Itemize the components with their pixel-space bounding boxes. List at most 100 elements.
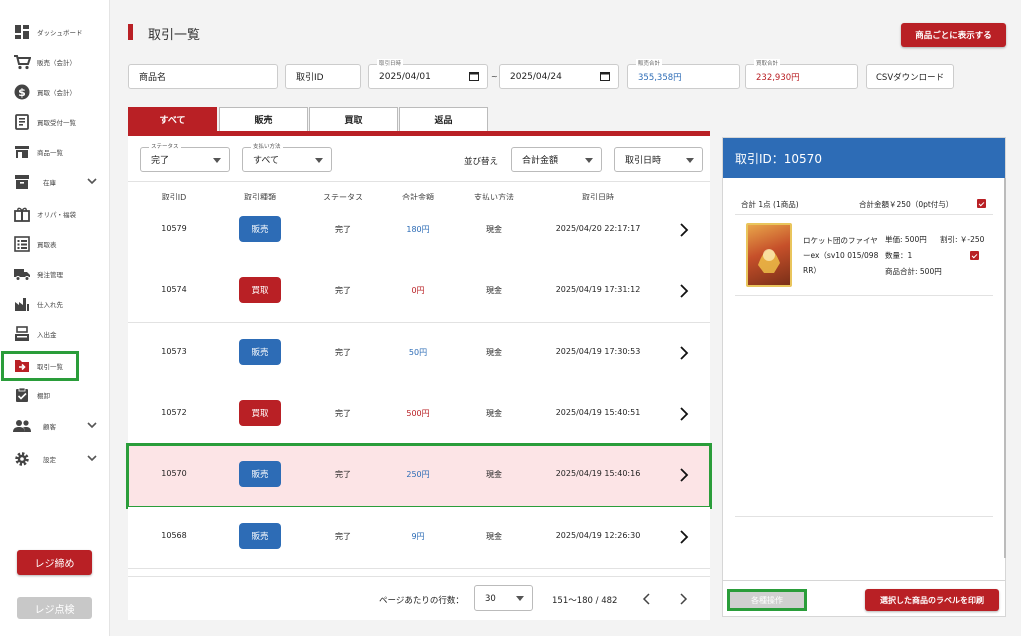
sidebar-item-label: 取引一覧 bbox=[37, 363, 63, 371]
transaction-detail-panel: 取引ID：10570 合計 1点 (1商品) 合計金額￥250（0pt付与） ロ… bbox=[722, 137, 1006, 617]
cell-payment: 現金 bbox=[486, 470, 502, 479]
chevron-right-icon[interactable] bbox=[678, 529, 690, 545]
register-check-button[interactable]: レジ点検 bbox=[17, 597, 92, 619]
cell-amount: 500円 bbox=[406, 409, 430, 418]
sort-secondary-select[interactable]: 取引日時 bbox=[614, 147, 703, 172]
product-name-input[interactable]: 商品名 bbox=[128, 64, 278, 89]
detail-scrollbar[interactable] bbox=[1004, 178, 1006, 558]
sidebar-item-settings[interactable]: 設定 bbox=[0, 445, 110, 473]
sidebar-item-suppliers[interactable]: 仕入れ先 bbox=[0, 290, 110, 318]
calendar-icon[interactable] bbox=[600, 71, 610, 81]
payment-select[interactable]: 支払い方法 すべて bbox=[242, 142, 332, 172]
csv-download-button[interactable]: CSVダウンロード bbox=[866, 64, 954, 89]
receipt-icon bbox=[13, 113, 31, 131]
rows-per-page-label: ページあたりの行数： bbox=[379, 596, 464, 606]
sidebar-item-label: 設定 bbox=[43, 456, 56, 464]
table-row[interactable]: 10579 販売 完了 180円 現金 2025/04/20 22:17:17 bbox=[128, 200, 710, 262]
caret-down-icon bbox=[516, 596, 524, 601]
cell-status: 完了 bbox=[335, 409, 351, 418]
cell-datetime: 2025/04/19 15:40:16 bbox=[555, 469, 641, 478]
tab-purchase[interactable]: 買取 bbox=[309, 107, 398, 131]
cell-payment: 現金 bbox=[486, 348, 502, 357]
chevron-right-icon[interactable] bbox=[678, 467, 690, 483]
table-row[interactable]: 10572 買取 完了 500円 現金 2025/04/19 15:40:51 bbox=[128, 384, 710, 446]
people-icon bbox=[13, 417, 31, 435]
table-row[interactable]: 10568 販売 完了 9円 現金 2025/04/19 12:26:30 bbox=[128, 507, 710, 569]
item-unit-price: 単価: 500円 bbox=[885, 235, 927, 244]
cell-id: 10568 bbox=[161, 531, 187, 540]
divider bbox=[128, 181, 710, 182]
cell-datetime: 2025/04/19 17:31:12 bbox=[555, 285, 641, 294]
truck-icon bbox=[13, 265, 31, 283]
csv-download-label: CSVダウンロード bbox=[876, 72, 945, 83]
print-label-button[interactable]: 選択した商品のラベルを印刷 bbox=[865, 589, 999, 611]
tab-all[interactable]: すべて bbox=[128, 107, 217, 131]
tab-sales[interactable]: 販売 bbox=[219, 107, 308, 131]
sidebar-item-label: ダッシュボード bbox=[37, 29, 83, 37]
date-from-value: 2025/04/01 bbox=[379, 71, 431, 82]
item-checkbox[interactable] bbox=[970, 251, 979, 260]
calendar-icon[interactable] bbox=[469, 71, 479, 81]
product-name-placeholder: 商品名 bbox=[139, 73, 167, 83]
cell-id: 10573 bbox=[161, 347, 187, 356]
show-by-product-button[interactable]: 商品ごとに表示する bbox=[901, 23, 1006, 47]
register-close-button[interactable]: レジ締め bbox=[17, 550, 92, 575]
sort-primary-select[interactable]: 合計金額 bbox=[511, 147, 602, 172]
cell-status: 完了 bbox=[335, 470, 351, 479]
cell-datetime: 2025/04/19 15:40:51 bbox=[555, 408, 641, 417]
table-row[interactable]: 10574 買取 完了 0円 現金 2025/04/19 17:31:12 bbox=[128, 261, 710, 323]
sidebar-item-label: 在庫 bbox=[43, 179, 56, 187]
item-quantity: 数量：1 bbox=[885, 251, 913, 260]
transaction-id-input[interactable]: 取引ID bbox=[285, 64, 361, 89]
date-from-field[interactable]: 取引日時 2025/04/01 bbox=[368, 59, 488, 89]
pagination: ページあたりの行数： 30 151〜180 / 482 bbox=[128, 576, 710, 620]
chevron-right-icon[interactable] bbox=[678, 593, 688, 605]
sidebar-item-transactions[interactable]: 取引一覧 bbox=[1, 351, 79, 381]
sidebar-item-label: 顧客 bbox=[43, 423, 56, 431]
chevron-right-icon[interactable] bbox=[678, 283, 690, 299]
purchase-total-box: 買取合計 232,930円 bbox=[745, 59, 858, 89]
sidebar-item-dashboard[interactable]: ダッシュボード bbox=[0, 18, 110, 46]
sidebar-item-cash[interactable]: 入出金 bbox=[0, 320, 110, 348]
rows-per-page-value: 30 bbox=[485, 594, 496, 604]
caret-down-icon bbox=[686, 158, 694, 163]
status-select[interactable]: ステータス 完了 bbox=[140, 142, 230, 172]
sidebar-item-purchase-table[interactable]: 買取表 bbox=[0, 230, 110, 258]
purchase-total-label: 買取合計 bbox=[754, 59, 781, 67]
cell-amount: 9円 bbox=[411, 532, 425, 541]
sidebar-item-purchase-receptions[interactable]: 買取受付一覧 bbox=[0, 108, 110, 136]
rows-per-page-select[interactable]: 30 bbox=[474, 585, 533, 611]
sale-badge: 販売 bbox=[239, 461, 281, 487]
chevron-right-icon[interactable] bbox=[678, 345, 690, 361]
sidebar-item-label: 販売（会計） bbox=[37, 59, 76, 67]
sidebar-item-products[interactable]: 商品一覧 bbox=[0, 138, 110, 166]
tab-returns[interactable]: 返品 bbox=[399, 107, 488, 131]
payment-label: 支払い方法 bbox=[251, 142, 283, 150]
actions-button[interactable]: 各種操作 bbox=[727, 589, 807, 611]
archive-icon bbox=[13, 173, 31, 191]
cell-amount: 50円 bbox=[408, 348, 428, 357]
sidebar-item-purchase[interactable]: $ 買取（会計） bbox=[0, 78, 110, 106]
divider bbox=[723, 580, 1005, 581]
sort-secondary-value: 取引日時 bbox=[625, 156, 662, 166]
sale-badge: 販売 bbox=[239, 523, 281, 549]
chevron-right-icon[interactable] bbox=[678, 406, 690, 422]
sidebar-item-orders[interactable]: 発注管理 bbox=[0, 260, 110, 288]
date-to-field[interactable]: 2025/04/24 bbox=[499, 64, 619, 89]
sidebar-item-stocktake[interactable]: 棚卸 bbox=[0, 381, 110, 409]
sidebar-item-customers[interactable]: 顧客 bbox=[0, 412, 110, 440]
sale-badge: 販売 bbox=[239, 216, 281, 242]
select-all-checkbox[interactable] bbox=[977, 199, 986, 208]
sidebar-item-label: オリパ・福袋 bbox=[37, 211, 76, 219]
table-row[interactable]: 10573 販売 完了 50円 現金 2025/04/19 17:30:53 bbox=[128, 323, 710, 385]
transaction-id-placeholder: 取引ID bbox=[296, 73, 324, 83]
sidebar-item-inventory[interactable]: 在庫 bbox=[0, 168, 110, 196]
chevron-left-icon[interactable] bbox=[642, 593, 652, 605]
table-row[interactable]: 10570 販売 完了 250円 現金 2025/04/19 15:40:16 bbox=[126, 443, 712, 509]
sidebar-item-oripa[interactable]: オリパ・福袋 bbox=[0, 200, 110, 228]
chevron-right-icon[interactable] bbox=[678, 222, 690, 238]
sidebar-item-sales[interactable]: 販売（会計） bbox=[0, 48, 110, 76]
sales-total-label: 販売合計 bbox=[636, 59, 663, 67]
item-name: ロケット団のファイヤーex（sv10 015/098 RR） bbox=[803, 236, 879, 275]
cell-payment: 現金 bbox=[486, 225, 502, 234]
